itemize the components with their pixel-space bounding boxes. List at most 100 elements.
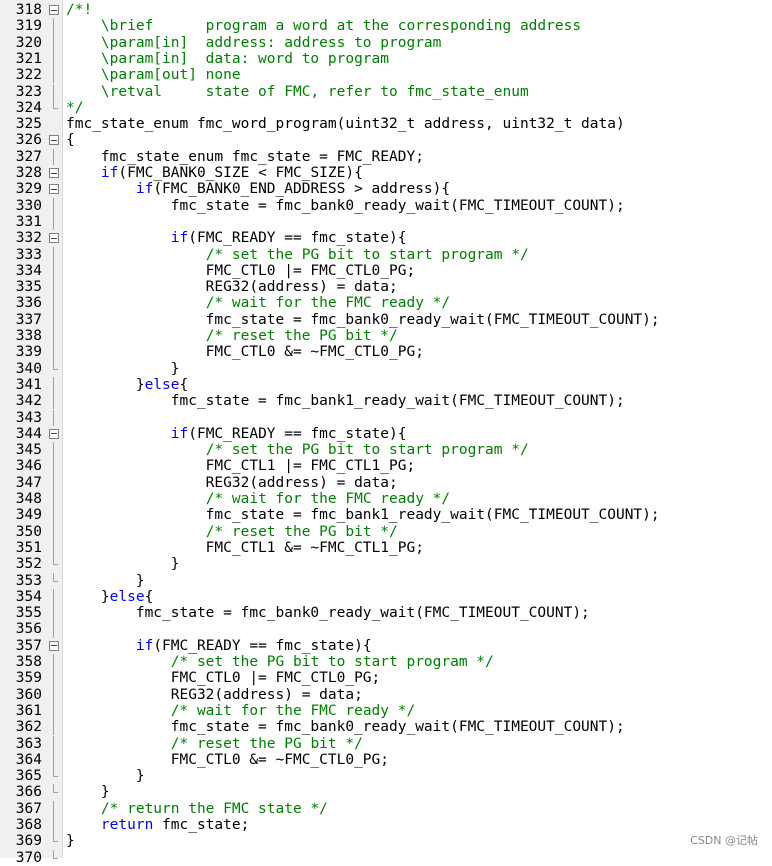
code-line[interactable]: 340 } (0, 360, 772, 377)
fold-collapse-icon[interactable] (48, 165, 60, 181)
line-number: 335 (15, 279, 42, 296)
line-number: 334 (15, 262, 42, 279)
code-line[interactable]: 362 fmc_state = fmc_bank0_ready_wait(FMC… (0, 719, 772, 736)
code-line[interactable]: 353 } (0, 572, 772, 589)
code-token-plain: REG32(address) = data; (66, 686, 363, 703)
code-line[interactable]: 328 if(FMC_BANK0_SIZE < FMC_SIZE){ (0, 165, 772, 181)
code-line[interactable]: 321 \param[in] data: word to program (0, 50, 772, 68)
line-number: 320 (15, 34, 42, 51)
code-line[interactable]: 360 REG32(address) = data; (0, 686, 772, 703)
code-line[interactable]: 367 /* return the FMC state */ (0, 800, 772, 817)
code-token-keyword: if (170, 425, 189, 442)
fold-collapse-icon[interactable] (48, 230, 60, 246)
code-token-comment: /* reset the PG bit */ (205, 523, 398, 540)
code-line[interactable]: 365 } (0, 768, 772, 784)
code-line[interactable]: 348 /* wait for the FMC ready */ (0, 491, 772, 508)
code-line[interactable]: 338 /* reset the PG bit */ (0, 328, 772, 345)
code-line[interactable]: 339 FMC_CTL0 &= ~FMC_CTL0_PG; (0, 344, 772, 361)
code-line[interactable]: 358 /* set the PG bit to start program *… (0, 654, 772, 671)
code-line[interactable]: 355 fmc_state = fmc_bank0_ready_wait(FMC… (0, 605, 772, 622)
code-line[interactable]: 324 */ (0, 99, 772, 116)
code-line[interactable]: 344 if(FMC_READY == fmc_state){ (0, 426, 772, 442)
line-number: 348 (15, 491, 42, 507)
code-line[interactable]: 356 (0, 621, 772, 638)
code-line[interactable]: 347 REG32(address) = data; (0, 474, 772, 491)
code-editor[interactable]: 318/*! 319 \brief program a word at the c… (0, 0, 772, 866)
fold-guide-line (48, 539, 60, 557)
code-line[interactable]: 337 fmc_state = fmc_bank0_ready_wait(FMC… (0, 311, 772, 328)
code-line[interactable]: 357 if(FMC_READY == fmc_state){ (0, 638, 772, 654)
line-number: 327 (15, 148, 42, 165)
code-text: /* set the PG bit to start program */ (66, 654, 494, 670)
code-line[interactable]: 343 (0, 409, 772, 426)
code-text: \retval state of FMC, refer to fmc_state… (66, 84, 529, 100)
line-number: 323 (15, 83, 42, 100)
code-text: fmc_state_enum fmc_state = FMC_READY; (66, 149, 424, 165)
fold-collapse-icon[interactable] (48, 2, 60, 18)
code-token-plain: } (66, 556, 180, 573)
code-line[interactable]: 329 if(FMC_BANK0_END_ADDRESS > address){ (0, 181, 772, 197)
code-token-plain: } (66, 376, 145, 393)
code-line[interactable]: 369} (0, 833, 772, 849)
code-line[interactable]: 334 FMC_CTL0 |= FMC_CTL0_PG; (0, 262, 772, 280)
line-number: 346 (15, 458, 42, 475)
code-line[interactable]: 351 FMC_CTL1 &= ~FMC_CTL1_PG; (0, 539, 772, 557)
code-line[interactable]: 336 /* wait for the FMC ready */ (0, 295, 772, 312)
code-line[interactable]: 323 \retval state of FMC, refer to fmc_s… (0, 83, 772, 100)
fold-collapse-icon[interactable] (48, 426, 60, 442)
code-line[interactable]: 364 FMC_CTL0 &= ~FMC_CTL0_PG; (0, 751, 772, 769)
code-line[interactable]: 333 /* set the PG bit to start program *… (0, 246, 772, 263)
fold-end-marker (48, 768, 60, 784)
code-text: fmc_state_enum fmc_word_program(uint32_t… (66, 116, 625, 132)
line-number: 363 (15, 735, 42, 752)
line-number: 349 (15, 507, 42, 524)
code-line[interactable]: 363 /* reset the PG bit */ (0, 735, 772, 752)
code-line[interactable]: 349 fmc_state = fmc_bank1_ready_wait(FMC… (0, 507, 772, 524)
code-line[interactable]: 341 }else{ (0, 376, 772, 394)
code-line[interactable]: 330 fmc_state = fmc_bank0_ready_wait(FMC… (0, 197, 772, 214)
code-line[interactable]: 359 FMC_CTL0 |= FMC_CTL0_PG; (0, 670, 772, 687)
code-token-comment: /* set the PG bit to start program */ (205, 442, 529, 459)
fold-collapse-icon[interactable] (48, 132, 60, 148)
code-text: return fmc_state; (66, 817, 249, 833)
code-line[interactable]: 346 FMC_CTL1 |= FMC_CTL1_PG; (0, 458, 772, 475)
code-line[interactable]: 322 \param[out] none (0, 67, 772, 84)
code-line[interactable]: 325 fmc_state_enum fmc_word_program(uint3… (0, 116, 772, 132)
code-line[interactable]: 320 \param[in] address: address to progr… (0, 34, 772, 51)
line-number: 342 (15, 393, 42, 410)
code-token-plain: (FMC_BANK0_END_ADDRESS > address){ (153, 181, 451, 198)
fold-guide-line (48, 735, 60, 752)
fold-end-marker (48, 784, 60, 800)
fold-collapse-icon[interactable] (48, 181, 60, 197)
code-line[interactable]: 345 /* set the PG bit to start program *… (0, 442, 772, 459)
code-token-plain: fmc_state_enum fmc_state = FMC_READY; (66, 148, 424, 165)
fold-guide-line (48, 719, 60, 736)
code-token-plain: { (66, 132, 75, 149)
code-line[interactable]: 332 if(FMC_READY == fmc_state){ (0, 230, 772, 246)
code-line[interactable]: 366 } (0, 784, 772, 800)
code-line[interactable]: 335 REG32(address) = data; (0, 279, 772, 296)
fold-guide-line (48, 83, 60, 100)
code-line[interactable]: 368 return fmc_state; (0, 817, 772, 834)
code-line[interactable]: 361 /* wait for the FMC ready */ (0, 702, 772, 720)
fold-end-marker (48, 556, 60, 572)
line-number: 322 (15, 67, 42, 84)
code-line[interactable]: 350 /* reset the PG bit */ (0, 523, 772, 540)
line-number: 324 (15, 99, 42, 116)
code-line[interactable]: 352 } (0, 556, 772, 572)
fold-end-marker (48, 360, 60, 377)
fold-collapse-icon[interactable] (48, 638, 60, 654)
fold-guide-line (48, 213, 60, 231)
code-line[interactable]: 318 /*! (0, 2, 772, 18)
code-line[interactable]: 331 (0, 213, 772, 231)
code-line[interactable]: 354 }else{ (0, 588, 772, 606)
code-line[interactable]: 342 fmc_state = fmc_bank1_ready_wait(FMC… (0, 393, 772, 410)
code-line[interactable]: 327 fmc_state_enum fmc_state = FMC_READY… (0, 148, 772, 165)
code-line[interactable]: 319 \brief program a word at the corresp… (0, 18, 772, 35)
code-line[interactable]: 326 { (0, 132, 772, 148)
fold-guide-line (48, 686, 60, 703)
